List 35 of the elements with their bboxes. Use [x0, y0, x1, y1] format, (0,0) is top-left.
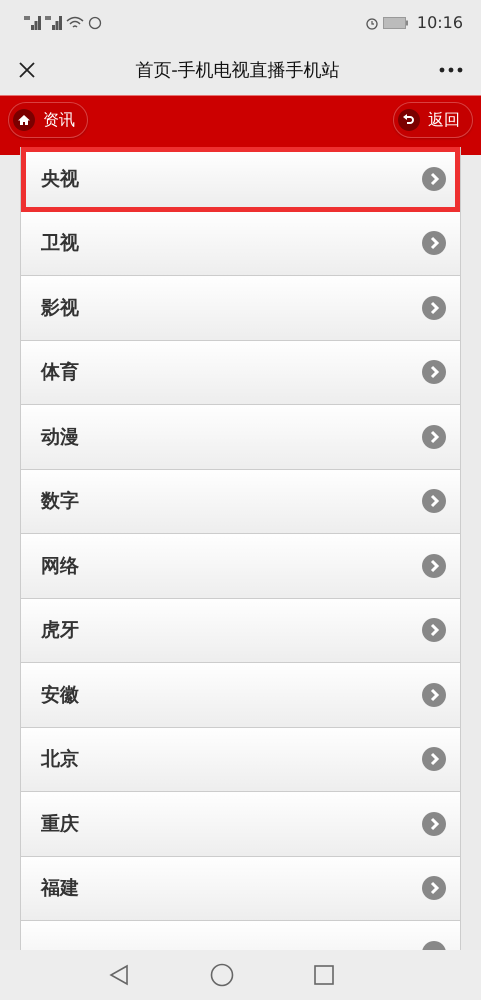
- wifi-icon: [66, 16, 84, 30]
- back-icon[interactable]: [108, 964, 130, 986]
- home-icon: [13, 109, 35, 131]
- chevron-icon: [422, 231, 446, 256]
- clock-time: 10:16: [416, 13, 463, 32]
- signal-icon: [24, 16, 41, 30]
- list-item[interactable]: 北京: [21, 728, 460, 792]
- chevron-icon: [422, 554, 446, 578]
- more-icon[interactable]: [439, 67, 463, 73]
- news-button[interactable]: 资讯: [8, 102, 88, 138]
- chevron-icon: [422, 876, 446, 900]
- chevron-icon: [422, 682, 446, 707]
- chevron-icon: [422, 489, 446, 514]
- home-icon[interactable]: [210, 963, 234, 987]
- page-title: 首页-手机电视直播手机站: [135, 59, 340, 82]
- list-item[interactable]: 体育: [21, 340, 460, 405]
- chevron-icon: [422, 296, 446, 320]
- chevron-icon: [422, 618, 446, 642]
- battery-icon: [382, 16, 409, 28]
- list-item[interactable]: 虎牙: [21, 598, 460, 663]
- close-icon[interactable]: [18, 61, 36, 79]
- back-icon: [398, 109, 420, 131]
- chevron-icon: [422, 747, 446, 772]
- chevron-icon: [422, 167, 446, 192]
- alarm-icon: [364, 16, 379, 30]
- circle-icon: [88, 16, 102, 30]
- list-item[interactable]: 数字: [21, 470, 460, 534]
- back-button[interactable]: 返回: [393, 102, 473, 138]
- list-item[interactable]: 央视: [21, 147, 460, 212]
- recents-icon[interactable]: [314, 965, 334, 985]
- chevron-icon: [422, 360, 446, 384]
- chevron-icon: [422, 424, 446, 449]
- signal-icon: [45, 16, 62, 30]
- chevron-icon: [422, 812, 446, 836]
- list-item[interactable]: 福建: [21, 856, 460, 921]
